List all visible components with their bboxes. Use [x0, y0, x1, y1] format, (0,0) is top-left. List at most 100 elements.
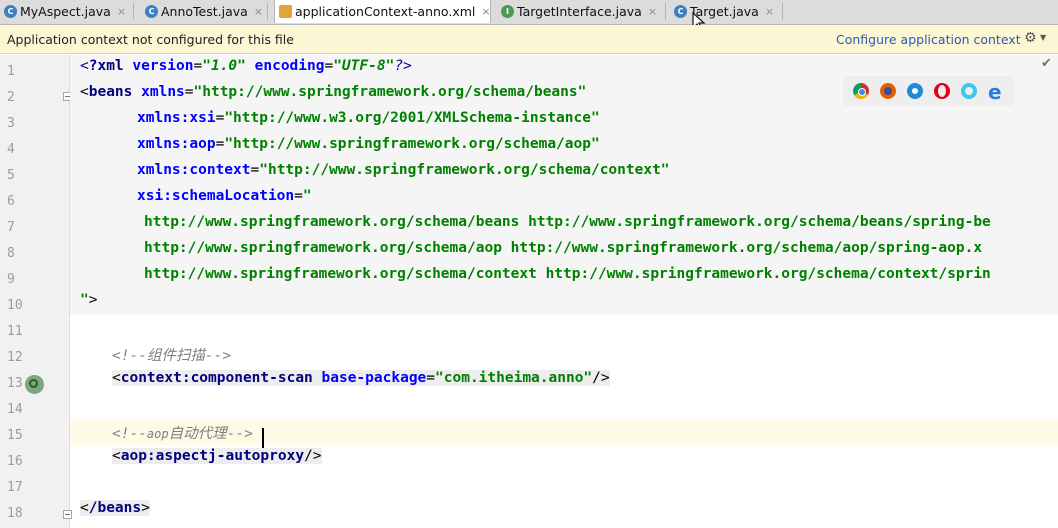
- banner-message: Application context not configured for t…: [7, 32, 294, 47]
- opera-icon[interactable]: [934, 83, 950, 99]
- code-line: ">: [70, 289, 1058, 315]
- attribute-name: base-package: [321, 370, 427, 386]
- line-number: 13: [7, 376, 23, 391]
- attribute-name: xmlns:context: [137, 162, 251, 178]
- class-icon: C: [145, 4, 158, 18]
- tab-divider: [133, 3, 134, 20]
- tab-label: TargetInterface.java: [517, 3, 642, 19]
- xml-comment: 自动代理-->: [168, 426, 253, 442]
- attribute-name: version: [132, 58, 194, 74]
- tab-label: AnnoTest.java: [161, 3, 248, 19]
- line-number: 7: [7, 220, 15, 235]
- text-caret: [262, 428, 264, 448]
- tab-myaspect-java[interactable]: C MyAspect.java ×: [0, 0, 134, 22]
- close-icon[interactable]: ×: [117, 5, 126, 18]
- line-number: 8: [7, 246, 15, 261]
- xml-comment: aop: [146, 427, 169, 441]
- attribute-value: "1.0": [202, 58, 246, 74]
- schema-location-value: http://www.springframework.org/schema/be…: [144, 214, 991, 230]
- xml-file-icon: [279, 5, 292, 18]
- schema-location-value: http://www.springframework.org/schema/ao…: [144, 240, 983, 256]
- attribute-name: xmlns:aop: [137, 136, 216, 152]
- line-number: 2: [7, 90, 15, 105]
- close-icon[interactable]: ×: [481, 5, 490, 18]
- current-code-line: <!--aop自动代理-->: [70, 419, 1058, 445]
- inspection-ok-icon[interactable]: ✔: [1041, 56, 1052, 71]
- line-number-gutter: 1 2 3 4 5 6 7 8 9 10 11 12 13 14 15 16 1…: [0, 55, 72, 528]
- configure-context-link[interactable]: Configure application context: [836, 32, 1021, 47]
- tab-target-java[interactable]: C Target.java ×: [670, 0, 783, 22]
- line-number: 15: [7, 428, 23, 443]
- tag-name: aop:aspectj-autoproxy: [120, 448, 305, 464]
- tab-divider: [782, 3, 783, 20]
- line-number: 5: [7, 168, 15, 183]
- tab-label: MyAspect.java: [20, 3, 111, 19]
- attribute-name: xsi:schemaLocation: [137, 188, 295, 204]
- line-number: 16: [7, 454, 23, 469]
- code-editor[interactable]: <?xml version="1.0" encoding="UTF-8"?> <…: [70, 55, 1058, 528]
- code-line: <aop:aspectj-autoproxy/>: [112, 448, 322, 464]
- attribute-name: xmlns: [141, 84, 185, 100]
- line-number: 11: [7, 324, 23, 339]
- line-number: 12: [7, 350, 23, 365]
- attribute-value: ": [302, 188, 312, 204]
- line-number: 17: [7, 480, 23, 495]
- attribute-name: xmlns:xsi: [137, 110, 216, 126]
- tag-name: beans: [88, 84, 133, 100]
- attribute-value: "http://www.springframework.org/schema/b…: [193, 84, 587, 100]
- class-icon: C: [4, 4, 17, 18]
- line-number: 1: [7, 64, 15, 79]
- close-icon[interactable]: ×: [765, 5, 774, 18]
- attribute-value: ": [80, 292, 89, 308]
- class-icon: C: [674, 4, 687, 18]
- chevron-down-icon[interactable]: ▼: [1040, 33, 1046, 42]
- xml-comment: <!--组件扫描-->: [112, 348, 232, 364]
- code-line: xmlns:xsi="http://www.w3.org/2001/XMLSch…: [70, 107, 1058, 133]
- tag-name: context:component-scan: [120, 370, 313, 386]
- attribute-value: "com.itheima.anno": [435, 370, 593, 386]
- line-number: 14: [7, 402, 23, 417]
- tab-label: applicationContext-anno.xml: [295, 4, 476, 19]
- schema-location-value: http://www.springframework.org/schema/co…: [144, 266, 991, 282]
- firefox-icon[interactable]: [880, 83, 896, 99]
- interface-icon: I: [501, 4, 514, 18]
- close-icon[interactable]: ×: [254, 5, 263, 18]
- tab-applicationcontext-anno-xml[interactable]: applicationContext-anno.xml ×: [274, 0, 491, 23]
- code-line: </beans>: [80, 500, 150, 516]
- attribute-value: "http://www.w3.org/2001/XMLSchema-instan…: [224, 110, 600, 126]
- safari-icon[interactable]: [907, 83, 923, 99]
- tag-name: /beans: [88, 500, 142, 516]
- edge-icon[interactable]: e: [988, 80, 1004, 104]
- line-number: 4: [7, 142, 15, 157]
- xml-comment: <!--: [112, 426, 147, 442]
- code-line: <context:component-scan base-package="co…: [112, 370, 610, 386]
- spring-bean-gutter-icon[interactable]: [25, 375, 44, 394]
- attribute-value: "http://www.springframework.org/schema/a…: [224, 136, 600, 152]
- tab-divider: [267, 3, 268, 20]
- tab-annotest-java[interactable]: C AnnoTest.java ×: [141, 0, 268, 22]
- code-line: xsi:schemaLocation=": [70, 185, 1058, 211]
- attribute-value: "http://www.springframework.org/schema/c…: [259, 162, 670, 178]
- gear-icon[interactable]: ⚙: [1024, 30, 1037, 46]
- close-icon[interactable]: ×: [648, 5, 657, 18]
- chrome-icon[interactable]: [853, 83, 869, 99]
- code-line: http://www.springframework.org/schema/co…: [70, 263, 1058, 289]
- attribute-name: encoding: [254, 58, 325, 74]
- ie-icon[interactable]: [961, 83, 977, 99]
- xml-declaration: ?xml: [88, 58, 124, 74]
- context-notification-banner: Application context not configured for t…: [0, 25, 1058, 54]
- line-number: 18: [7, 506, 23, 521]
- line-number: 6: [7, 194, 15, 209]
- code-line: xmlns:aop="http://www.springframework.or…: [70, 133, 1058, 159]
- browser-preview-bar: e: [843, 76, 1014, 106]
- tab-divider: [665, 3, 666, 20]
- editor-tab-bar: C MyAspect.java × C AnnoTest.java × appl…: [0, 0, 1058, 25]
- tab-targetinterface-java[interactable]: I TargetInterface.java ×: [497, 0, 666, 22]
- code-line: http://www.springframework.org/schema/ao…: [70, 237, 1058, 263]
- code-line: <!--组件扫描-->: [70, 341, 1058, 367]
- line-number: 10: [7, 298, 23, 313]
- code-line: xmlns:context="http://www.springframewor…: [70, 159, 1058, 185]
